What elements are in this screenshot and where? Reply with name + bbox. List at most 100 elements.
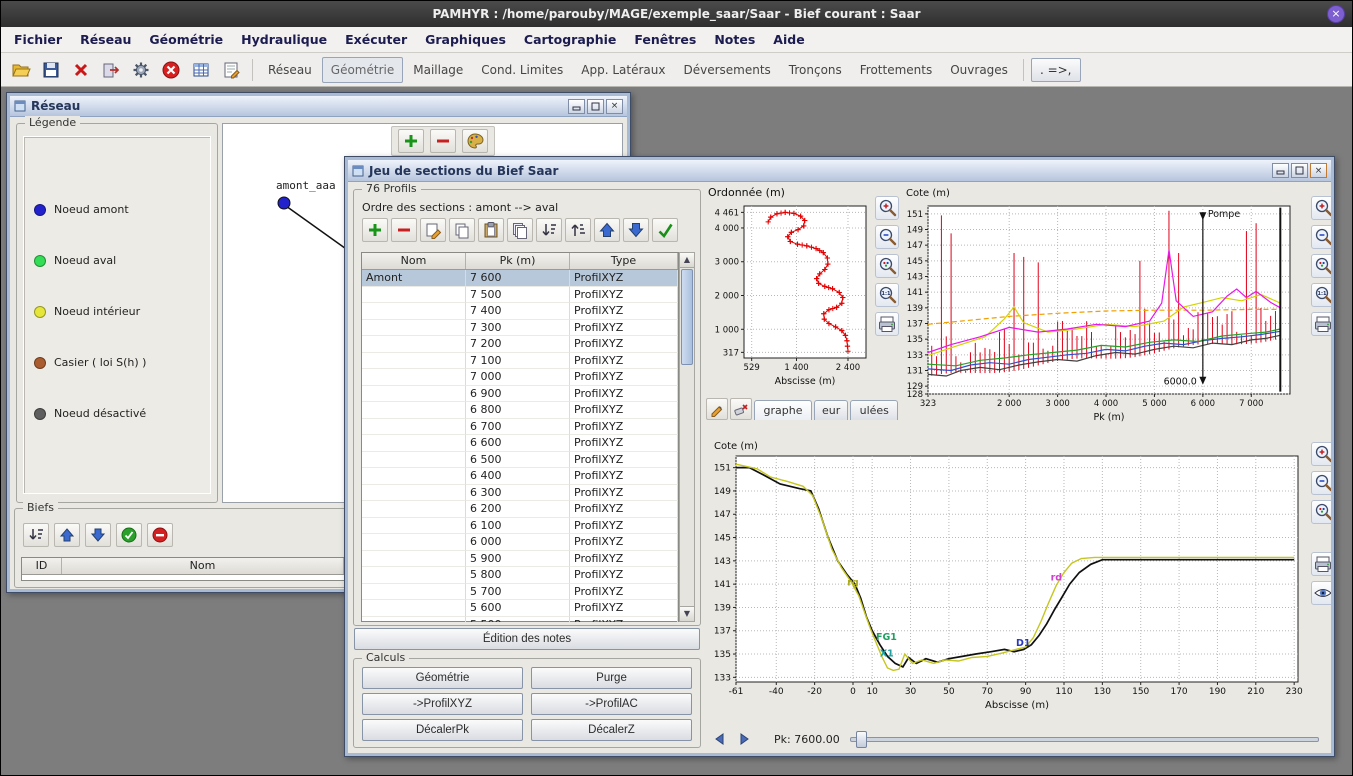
table-grid-icon[interactable] [187, 56, 215, 84]
remove-profile-icon[interactable] [391, 218, 417, 242]
module-button-3[interactable]: Cond. Limites [473, 58, 571, 82]
table-row[interactable]: 6 500ProfilXYZ [362, 452, 678, 469]
module-button-2[interactable]: Maillage [405, 58, 471, 82]
zoom-out-icon[interactable] [1311, 471, 1331, 495]
copy-icon[interactable] [449, 218, 475, 242]
table-scrollbar[interactable]: ▲ ▼ [679, 252, 695, 622]
module-button-7[interactable]: Frottements [852, 58, 940, 82]
menu-7[interactable]: Fenêtres [625, 28, 705, 51]
table-row[interactable]: 5 500ProfilXYZ [362, 617, 678, 623]
menu-8[interactable]: Notes [705, 28, 764, 51]
frame-maximize-button[interactable] [587, 99, 604, 114]
zoom-out-icon[interactable] [1311, 225, 1331, 249]
zoom-in-icon[interactable] [1311, 196, 1331, 220]
frame-minimize-button[interactable] [568, 99, 585, 114]
menu-9[interactable]: Aide [764, 28, 813, 51]
calc-button-1[interactable]: Purge [531, 667, 692, 689]
move-down-icon[interactable] [85, 523, 111, 547]
print-icon[interactable] [1311, 312, 1331, 336]
longitudinal-chart[interactable]: 3232 0003 0004 0005 0006 0007 0001511491… [902, 184, 1306, 432]
table-row[interactable]: 6 400ProfilXYZ [362, 468, 678, 485]
module-button-5[interactable]: Déversements [675, 58, 778, 82]
profils-col-2[interactable]: Type [570, 253, 678, 269]
menu-4[interactable]: Exécuter [336, 28, 416, 51]
save-icon[interactable] [37, 56, 65, 84]
zoom-reset-icon[interactable]: 1:1 [875, 283, 899, 307]
menu-3[interactable]: Hydraulique [232, 28, 336, 51]
module-button-6[interactable]: Tronçons [781, 58, 850, 82]
edit-profile-icon[interactable] [420, 218, 446, 242]
profils-col-0[interactable]: Nom [362, 253, 466, 269]
disable-icon[interactable] [147, 523, 173, 547]
scroll-thumb[interactable] [681, 269, 693, 365]
table-row[interactable]: 6 200ProfilXYZ [362, 501, 678, 518]
table-row[interactable]: 5 600ProfilXYZ [362, 600, 678, 617]
table-row[interactable]: Amont7 600ProfilXYZ [362, 270, 678, 287]
move-up-icon[interactable] [54, 523, 80, 547]
sections-frame-titlebar[interactable]: Jeu de sections du Bief Saar × [348, 160, 1331, 182]
sort-asc-icon[interactable] [565, 218, 591, 242]
menu-1[interactable]: Réseau [71, 28, 140, 51]
calc-button-4[interactable]: DécalerPk [362, 719, 523, 741]
table-row[interactable]: 7 400ProfilXYZ [362, 303, 678, 320]
table-row[interactable]: 6 300ProfilXYZ [362, 485, 678, 502]
paste-icon[interactable] [478, 218, 504, 242]
stop-icon[interactable] [157, 56, 185, 84]
table-row[interactable]: 6 000ProfilXYZ [362, 534, 678, 551]
table-row[interactable]: 6 700ProfilXYZ [362, 419, 678, 436]
module-button-8[interactable]: Ouvrages [942, 58, 1016, 82]
frame-close-button[interactable]: × [1310, 163, 1327, 178]
window-titlebar[interactable]: PAMHYR : /home/parouby/MAGE/exemple_saar… [1, 1, 1352, 27]
table-row[interactable]: 7 300ProfilXYZ [362, 320, 678, 337]
window-close-button[interactable]: × [1327, 5, 1345, 23]
calc-button-2[interactable]: ->ProfilXYZ [362, 693, 523, 715]
tab-1[interactable]: eur [814, 400, 848, 420]
zoom-reset-icon[interactable]: 1:1 [1311, 283, 1331, 307]
edit-notes-button[interactable]: Édition des notes [354, 628, 700, 650]
calc-button-5[interactable]: DécalerZ [531, 719, 692, 741]
module-button-0[interactable]: Réseau [260, 58, 320, 82]
enable-icon[interactable] [116, 523, 142, 547]
frame-maximize-button[interactable] [1291, 163, 1308, 178]
apply-icon[interactable] [652, 218, 678, 242]
duplicate-icon[interactable] [507, 218, 533, 242]
table-row[interactable]: 7 100ProfilXYZ [362, 353, 678, 370]
notes-edit-icon[interactable] [217, 56, 245, 84]
scroll-down-arrow[interactable]: ▼ [680, 606, 694, 621]
calc-button-0[interactable]: Géométrie [362, 667, 523, 689]
zoom-select-icon[interactable] [875, 254, 899, 278]
export-icon[interactable] [97, 56, 125, 84]
eye-icon[interactable] [1311, 581, 1331, 605]
add-profile-icon[interactable] [362, 218, 388, 242]
pk-slider[interactable] [850, 729, 1323, 749]
table-row[interactable]: 6 800ProfilXYZ [362, 402, 678, 419]
table-row[interactable]: 5 800ProfilXYZ [362, 567, 678, 584]
biefs-col-0[interactable]: ID [22, 558, 62, 574]
zoom-select-icon[interactable] [1311, 500, 1331, 524]
table-row[interactable]: 7 000ProfilXYZ [362, 369, 678, 386]
pk-slider-thumb[interactable] [856, 731, 867, 748]
zoom-in-icon[interactable] [1311, 442, 1331, 466]
sort-desc-icon[interactable] [536, 218, 562, 242]
frame-minimize-button[interactable] [1272, 163, 1289, 178]
plan-chart[interactable]: 5291 4002 4004 4614 0003 0002 0001 00031… [706, 200, 874, 396]
zoom-in-icon[interactable] [875, 196, 899, 220]
table-row[interactable]: 7 200ProfilXYZ [362, 336, 678, 353]
next-profile-button[interactable] [734, 728, 756, 750]
reseau-frame-titlebar[interactable]: Réseau × [10, 96, 627, 117]
calc-button-3[interactable]: ->ProfilAC [531, 693, 692, 715]
table-row[interactable]: 5 900ProfilXYZ [362, 551, 678, 568]
menu-0[interactable]: Fichier [5, 28, 71, 51]
cross-section-chart[interactable]: -61-40-200103050709011013015017019021023… [706, 436, 1310, 724]
scroll-up-arrow[interactable]: ▲ [680, 253, 694, 268]
previous-profile-button[interactable] [708, 728, 730, 750]
delete-icon[interactable] [67, 56, 95, 84]
table-row[interactable]: 6 100ProfilXYZ [362, 518, 678, 535]
move-row-up-icon[interactable] [594, 218, 620, 242]
settings-gear-icon[interactable] [127, 56, 155, 84]
sort-icon[interactable] [23, 523, 49, 547]
module-button-4[interactable]: App. Latéraux [573, 58, 673, 82]
biefs-col-1[interactable]: Nom [62, 558, 344, 574]
profils-table[interactable]: NomPk (m)Type Amont7 600ProfilXYZ7 500Pr… [361, 252, 679, 622]
zoom-out-icon[interactable] [875, 225, 899, 249]
